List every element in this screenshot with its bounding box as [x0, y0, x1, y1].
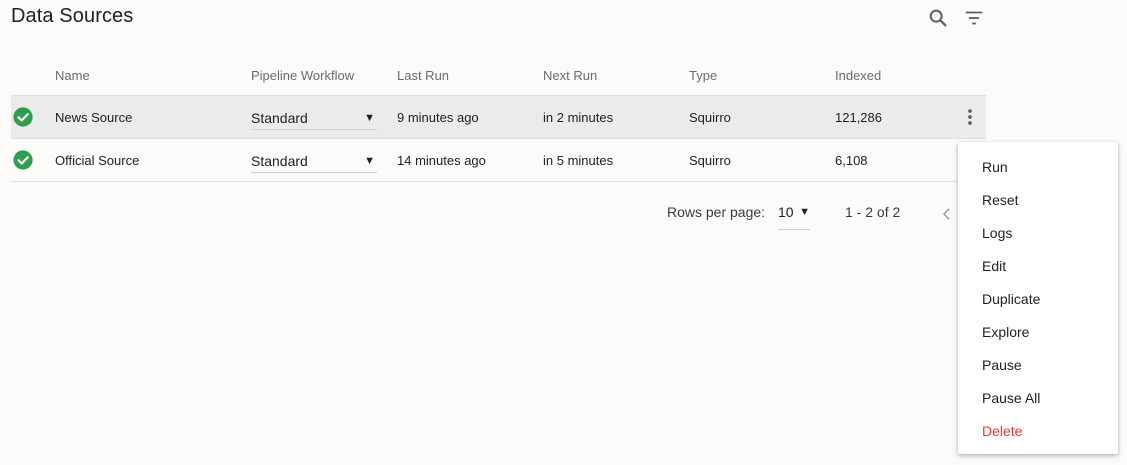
column-header-indexed[interactable]: Indexed: [835, 56, 945, 96]
caret-down-icon: ▼: [799, 206, 810, 218]
column-header-type[interactable]: Type: [689, 56, 835, 96]
pagination-range: 1 - 2 of 2: [845, 204, 901, 220]
check-circle-icon: [13, 107, 33, 127]
rows-per-page-value: 10: [778, 204, 794, 220]
chevron-left-icon[interactable]: [938, 204, 956, 224]
data-sources-table: Name Pipeline Workflow Last Run Next Run…: [11, 56, 986, 182]
menu-item-edit[interactable]: Edit: [982, 258, 1006, 274]
caret-down-icon: ▼: [364, 154, 375, 167]
menu-item-delete[interactable]: Delete: [982, 423, 1022, 439]
menu-item-reset[interactable]: Reset: [982, 192, 1019, 208]
rows-per-page-label: Rows per page:: [667, 204, 766, 220]
workflow-cell: Standard ▼: [251, 95, 397, 139]
last-run: 14 minutes ago: [397, 138, 543, 182]
page-title: Data Sources: [11, 5, 134, 27]
table-row[interactable]: News Source Standard ▼ 9 minutes ago in …: [11, 95, 986, 139]
menu-item-duplicate[interactable]: Duplicate: [982, 291, 1040, 307]
column-header-workflow[interactable]: Pipeline Workflow: [251, 56, 397, 96]
menu-item-pause-all[interactable]: Pause All: [982, 390, 1040, 406]
source-type: Squirro: [689, 95, 835, 139]
actions-cell: [945, 95, 986, 139]
last-run: 9 minutes ago: [397, 95, 543, 139]
menu-item-pause[interactable]: Pause: [982, 357, 1022, 373]
column-header-actions: [945, 56, 986, 96]
indexed-count: 121,286: [835, 95, 945, 139]
check-circle-icon: [13, 150, 33, 170]
source-name[interactable]: News Source: [55, 95, 251, 139]
source-type: Squirro: [689, 138, 835, 182]
row-actions-menu: Run Reset Logs Edit Duplicate Explore Pa…: [958, 142, 1118, 454]
workflow-select[interactable]: Standard ▼: [251, 148, 377, 173]
table-header-row: Name Pipeline Workflow Last Run Next Run…: [11, 56, 986, 96]
caret-down-icon: ▼: [364, 111, 375, 124]
indexed-count: 6,108: [835, 138, 945, 182]
next-run: in 2 minutes: [543, 95, 689, 139]
workflow-value: Standard: [251, 109, 308, 126]
workflow-cell: Standard ▼: [251, 138, 397, 182]
column-header-status: [11, 56, 55, 96]
status-cell: [11, 95, 55, 139]
column-header-last-run[interactable]: Last Run: [397, 56, 543, 96]
more-vert-icon[interactable]: [959, 106, 981, 128]
filter-icon[interactable]: [963, 7, 985, 29]
menu-item-run[interactable]: Run: [982, 159, 1008, 175]
menu-item-explore[interactable]: Explore: [982, 324, 1029, 340]
table-row[interactable]: Official Source Standard ▼ 14 minutes ag…: [11, 138, 986, 182]
menu-item-logs[interactable]: Logs: [982, 225, 1012, 241]
workflow-select[interactable]: Standard ▼: [251, 105, 377, 130]
status-cell: [11, 138, 55, 182]
workflow-value: Standard: [251, 152, 308, 169]
next-run: in 5 minutes: [543, 138, 689, 182]
source-name[interactable]: Official Source: [55, 138, 251, 182]
column-header-next-run[interactable]: Next Run: [543, 56, 689, 96]
search-icon[interactable]: [927, 7, 949, 29]
rows-per-page-select[interactable]: 10 ▼: [778, 204, 810, 230]
column-header-name[interactable]: Name: [55, 56, 251, 96]
